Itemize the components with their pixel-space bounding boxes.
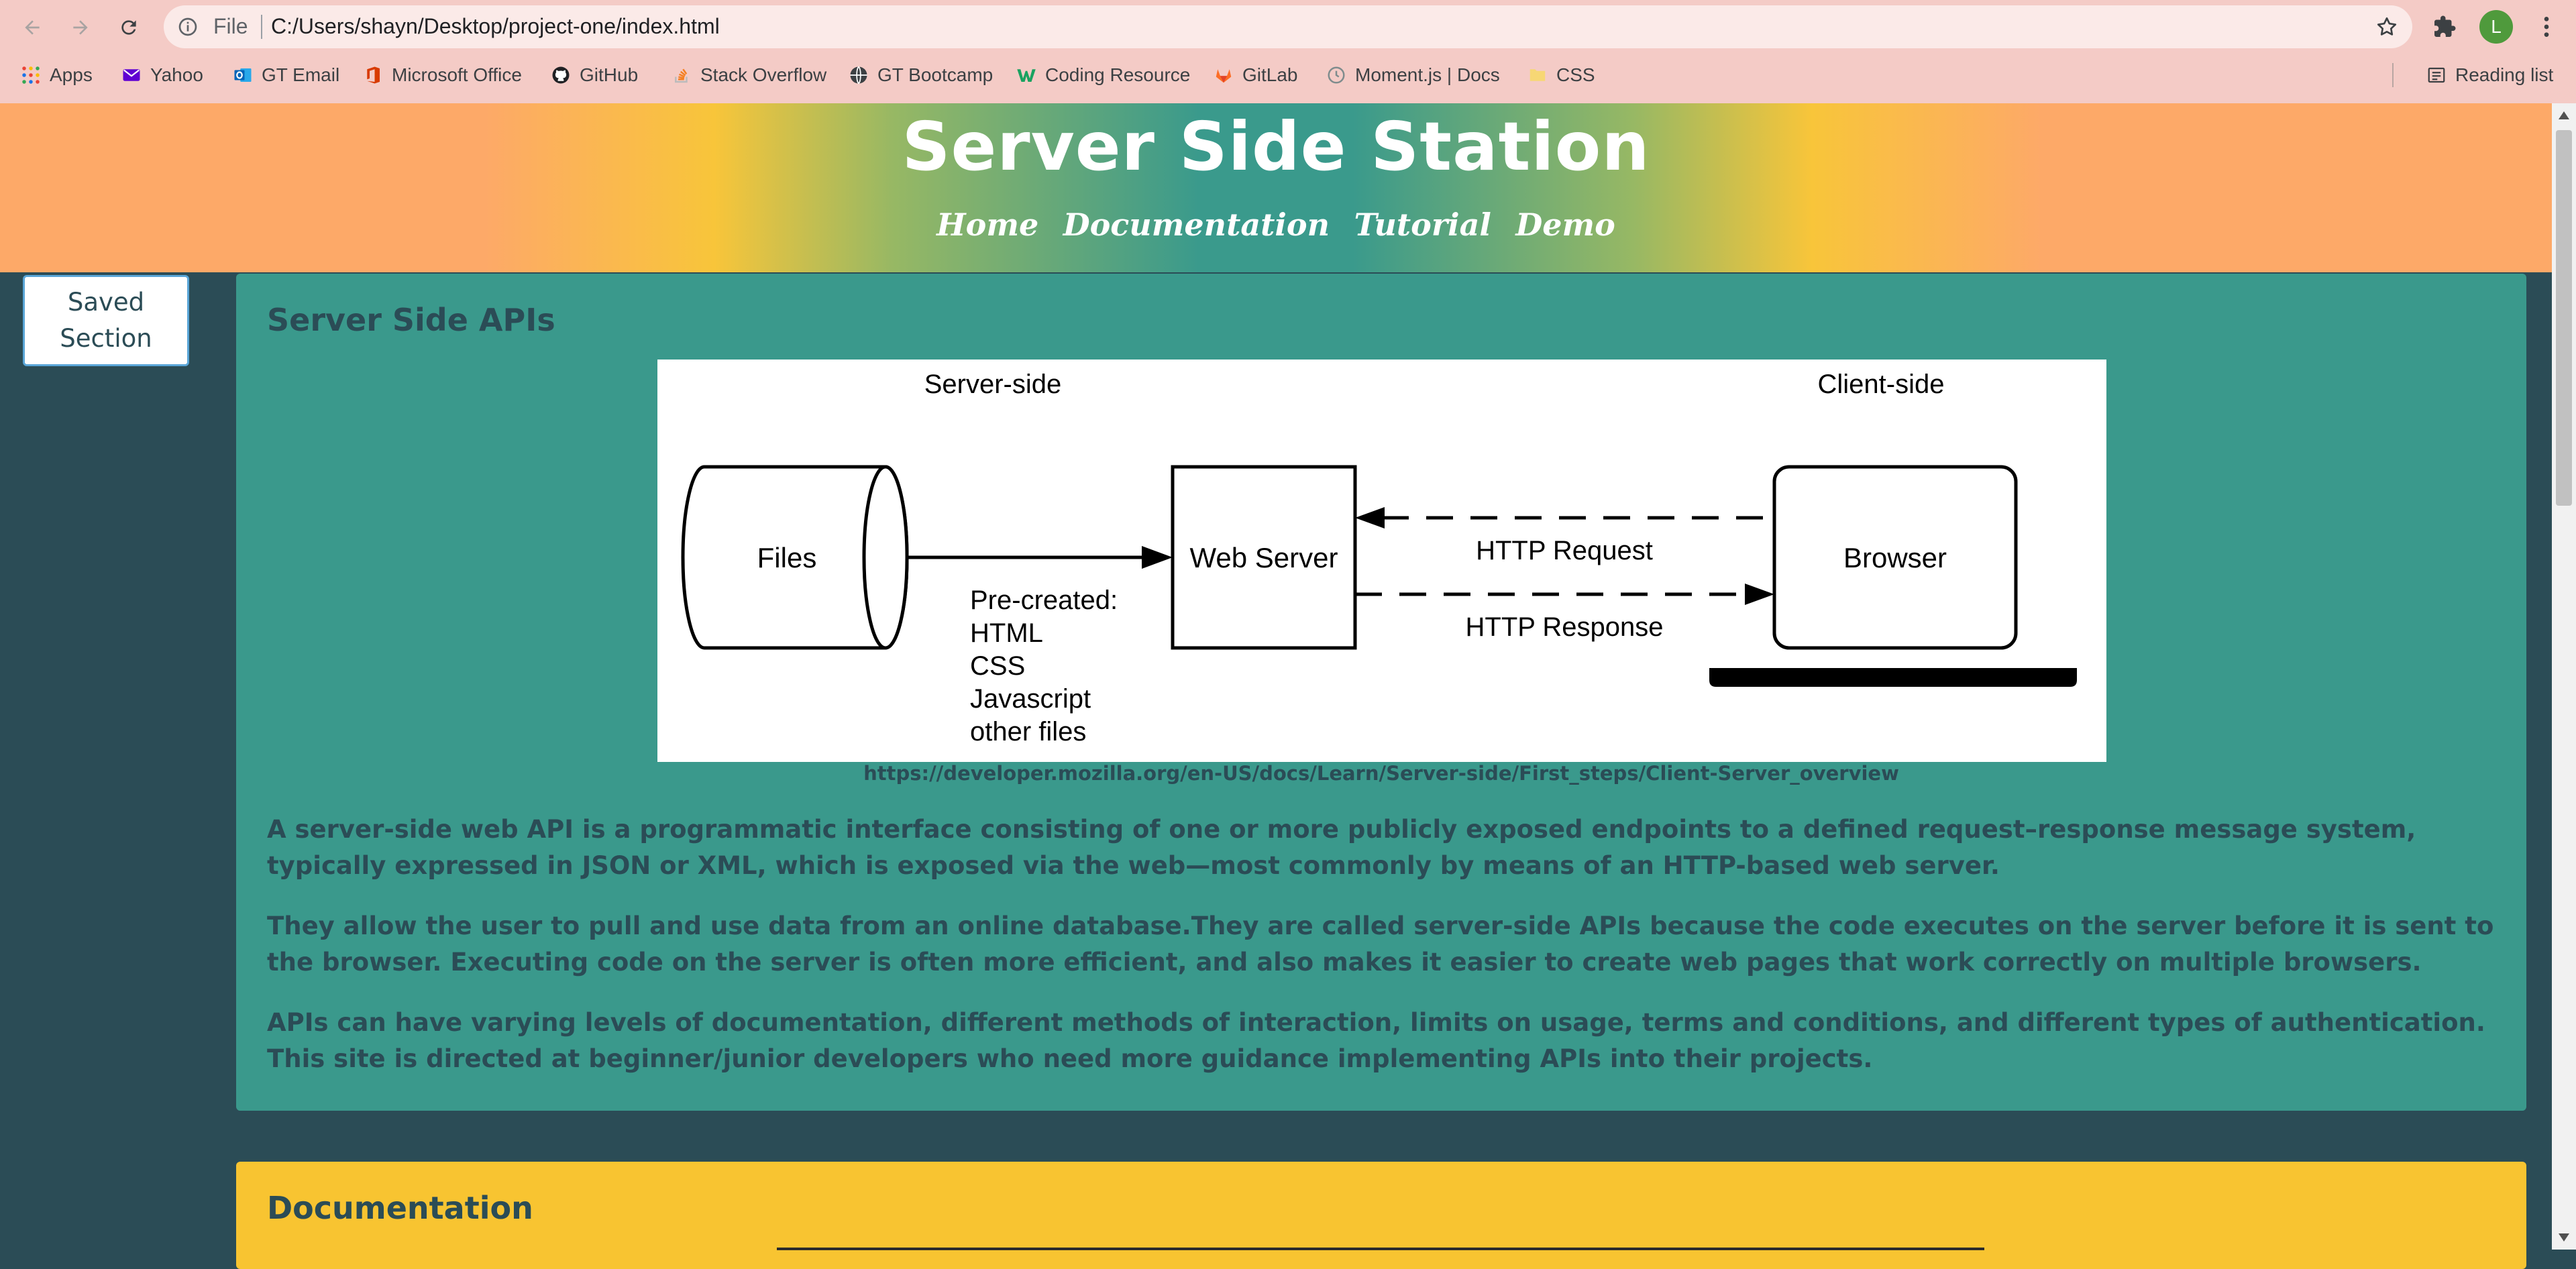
clock-icon — [1326, 64, 1347, 86]
server-side-label: Server-side — [924, 370, 1062, 399]
bookmarks-divider — [2392, 63, 2394, 87]
nav-documentation-link[interactable]: Documentation — [1063, 207, 1330, 243]
scrollbar-thumb[interactable] — [2556, 130, 2572, 506]
apps-grid-icon — [20, 64, 42, 86]
kebab-menu-icon[interactable] — [2533, 13, 2560, 40]
precreated-list: Pre-created: HTML CSS Javascript other f… — [970, 586, 1118, 747]
bookmarks-bar: Apps Yahoo GT Email Microsoft Office Git… — [0, 55, 2576, 95]
arrowhead — [1142, 546, 1173, 569]
bookmark-label: GitLab — [1242, 64, 1298, 85]
bookmark-label: Moment.js | Docs — [1355, 64, 1500, 85]
intro-paragraph: A server-side web API is a programmatic … — [267, 815, 2416, 880]
site-title: Server Side Station — [902, 107, 1650, 186]
bookmark-label: Microsoft Office — [392, 64, 522, 85]
outlook-icon — [232, 64, 254, 86]
url-text[interactable]: C:/Users/shayn/Desktop/project-one/index… — [271, 14, 720, 39]
nav-tutorial-link[interactable]: Tutorial — [1354, 207, 1491, 243]
scroll-down-arrow-icon[interactable] — [2557, 1231, 2571, 1244]
page-scrollbar[interactable] — [2552, 103, 2576, 1250]
http-response-label: HTTP Response — [1466, 612, 1664, 642]
info-icon[interactable] — [177, 16, 199, 38]
arrowhead — [1745, 584, 1774, 605]
intro-paragraph: They allow the user to pull and use data… — [267, 912, 2494, 977]
reload-icon — [121, 20, 136, 35]
bookmark-gt-bootcamp[interactable]: GT Bootcamp — [848, 62, 993, 89]
gitlab-icon — [1213, 64, 1234, 86]
browser-chrome: File C:/Users/shayn/Desktop/project-one/… — [0, 0, 2576, 103]
bookmark-label: Stack Overflow — [700, 64, 827, 85]
precreated-line: CSS — [970, 651, 1025, 681]
bookmark-label: Yahoo — [150, 64, 203, 85]
documentation-card: Documentation — [236, 1162, 2526, 1269]
bookmark-momentjs-docs[interactable]: Moment.js | Docs — [1326, 62, 1500, 89]
intro-paragraph: APIs can have varying levels of document… — [267, 1008, 2485, 1073]
saved-section-label-line2: Section — [60, 324, 152, 353]
bookmark-coding-resource[interactable]: Coding Resource — [1016, 62, 1190, 89]
saved-section-label-line1: Saved — [67, 288, 145, 317]
bookmark-gt-email[interactable]: GT Email — [232, 62, 339, 89]
laptop-base — [1709, 668, 2077, 687]
site-header: Server Side Station Home Documentation T… — [0, 103, 2552, 272]
bookmark-gitlab[interactable]: GitLab — [1213, 62, 1298, 89]
reading-list-button[interactable]: Reading list — [2426, 62, 2553, 89]
extensions-puzzle-icon[interactable] — [2432, 15, 2457, 39]
nav-home-link[interactable]: Home — [936, 207, 1038, 243]
files-label: Files — [757, 542, 817, 573]
server-side-apis-card: Server Side APIs Server-side Client-side… — [236, 274, 2526, 1111]
web-server-label: Web Server — [1190, 542, 1338, 573]
bookmark-label: Apps — [50, 64, 93, 85]
bookmark-label: GT Bootcamp — [877, 64, 994, 85]
diagram-source-caption: https://developer.mozilla.org/en-US/docs… — [863, 762, 1899, 785]
bookmark-label: GT Email — [262, 64, 340, 85]
back-arrow-icon — [25, 20, 40, 35]
w-logo-icon — [1016, 64, 1037, 86]
bookmark-star-icon[interactable] — [2375, 15, 2399, 39]
precreated-line: Javascript — [970, 684, 1091, 714]
office-icon — [362, 64, 384, 86]
precreated-line: HTML — [970, 618, 1043, 648]
http-request-label: HTTP Request — [1476, 536, 1653, 565]
back-button[interactable] — [16, 11, 48, 44]
client-server-diagram: Server-side Client-side Files Web Server… — [657, 360, 2106, 762]
reload-button[interactable] — [113, 11, 145, 44]
github-icon — [550, 64, 572, 86]
bookmark-apps[interactable]: Apps — [20, 62, 93, 89]
arrowhead — [1355, 507, 1385, 529]
main-nav: Home Documentation Tutorial Demo — [0, 207, 2552, 243]
yahoo-mail-icon — [121, 64, 142, 86]
bookmark-label: Coding Resource — [1045, 64, 1191, 85]
url-scheme-label: File — [213, 14, 248, 38]
bookmark-github[interactable]: GitHub — [550, 62, 638, 89]
documentation-image-top-edge — [777, 1248, 1984, 1250]
address-bar[interactable]: File C:/Users/shayn/Desktop/project-one/… — [164, 5, 2412, 48]
saved-section-button[interactable]: Saved Section — [23, 275, 189, 366]
bookmark-folder-css[interactable]: CSS — [1527, 62, 1595, 89]
browser-toolbar: File C:/Users/shayn/Desktop/project-one/… — [0, 0, 2576, 55]
bookmark-label: GitHub — [580, 64, 639, 85]
precreated-line: Pre-created: — [970, 586, 1118, 615]
folder-icon — [1527, 64, 1548, 86]
bookmark-yahoo[interactable]: Yahoo — [121, 62, 203, 89]
stackoverflow-icon — [671, 64, 692, 86]
profile-avatar[interactable]: L — [2479, 10, 2513, 44]
browser-label: Browser — [1843, 542, 1947, 573]
documentation-title: Documentation — [267, 1190, 533, 1226]
address-divider — [261, 15, 262, 39]
forward-button[interactable] — [64, 11, 97, 44]
nav-demo-link[interactable]: Demo — [1515, 207, 1615, 243]
client-side-label: Client-side — [1818, 370, 1945, 399]
globe-icon — [848, 64, 869, 86]
forward-arrow-icon — [73, 20, 88, 35]
reading-list-label: Reading list — [2455, 64, 2554, 85]
bookmark-stack-overflow[interactable]: Stack Overflow — [671, 62, 826, 89]
scroll-up-arrow-icon[interactable] — [2557, 109, 2571, 122]
bookmark-microsoft-office[interactable]: Microsoft Office — [362, 62, 522, 89]
bookmark-label: CSS — [1556, 64, 1595, 85]
reading-list-icon — [2426, 64, 2447, 86]
section-title: Server Side APIs — [267, 302, 555, 338]
precreated-line: other files — [970, 717, 1086, 747]
